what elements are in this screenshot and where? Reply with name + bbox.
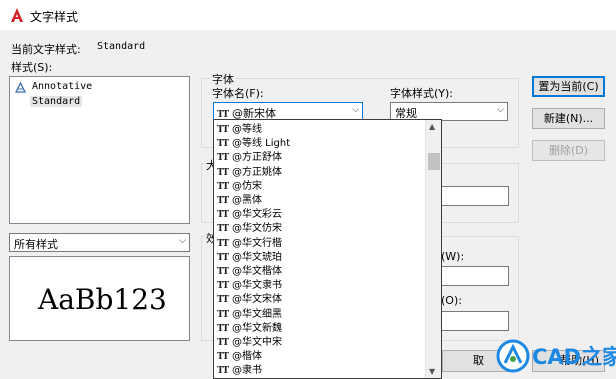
set-current-button[interactable]: 置为当前(C) xyxy=(532,76,605,97)
delete-style-button[interactable]: 删除(D) xyxy=(532,140,605,161)
font-option-label: @华文彩云 xyxy=(232,209,282,221)
font-option[interactable]: TT @黑体 xyxy=(214,194,426,208)
watermark-text: CAD之家 xyxy=(532,345,616,369)
truetype-icon: TT xyxy=(217,309,229,320)
font-option-label: @华文新魏 xyxy=(232,322,282,334)
current-style-label: 当前文字样式: xyxy=(11,43,81,56)
font-option[interactable]: TT @等线 xyxy=(214,123,426,137)
chevron-down-icon: ⌵ xyxy=(179,236,186,246)
font-option-label: @隶书 xyxy=(232,365,262,377)
font-option[interactable]: TT @方正舒体 xyxy=(214,151,426,165)
font-option[interactable]: TT @等线 Light xyxy=(214,137,426,151)
font-option[interactable]: TT @华文琥珀 xyxy=(214,251,426,265)
font-option-label: @黑体 xyxy=(232,195,262,206)
autocad-app-icon xyxy=(11,8,23,22)
font-option[interactable]: TT @华文中宋 xyxy=(214,336,426,350)
truetype-icon: TT xyxy=(217,281,229,292)
font-option[interactable]: TT @华文仿宋 xyxy=(214,222,426,236)
font-option[interactable]: TT @华文宋体 xyxy=(214,293,426,307)
styles-list[interactable]: Annotative Standard xyxy=(9,76,190,224)
font-option-label: @华文琥珀 xyxy=(232,251,282,263)
truetype-icon: TT xyxy=(217,338,229,348)
truetype-icon: TT xyxy=(217,167,229,178)
truetype-icon: TT xyxy=(217,210,229,221)
chevron-down-icon: ⌵ xyxy=(497,105,504,115)
scroll-down-icon[interactable]: ▼ xyxy=(429,367,435,376)
oblique-angle-input[interactable] xyxy=(441,311,509,331)
truetype-icon: TT xyxy=(217,323,229,334)
chevron-down-icon: ⌵ xyxy=(352,105,359,115)
new-style-button[interactable]: 新建(N)... xyxy=(532,108,605,129)
truetype-icon: TT xyxy=(217,238,229,249)
truetype-icon: TT xyxy=(217,224,229,235)
font-name-label: 字体名(F): xyxy=(212,87,264,100)
title-bar xyxy=(0,0,616,30)
dropdown-scrollbar[interactable]: ▲ ▼ xyxy=(425,120,441,378)
truetype-icon: TT xyxy=(217,153,229,164)
scroll-up-icon[interactable]: ▲ xyxy=(429,122,435,131)
preview-text: AaBb123 xyxy=(38,283,167,316)
font-option-label: @等线 xyxy=(232,124,262,135)
font-option[interactable]: TT @方正姚体 xyxy=(214,166,426,180)
cad-logo-icon xyxy=(496,339,530,373)
width-factor-input[interactable] xyxy=(441,266,509,286)
font-option-label: @华文宋体 xyxy=(232,294,282,306)
font-option-label: @等线 Light xyxy=(232,138,291,150)
truetype-icon: TT xyxy=(217,295,229,306)
font-option[interactable]: TT @华文楷体 xyxy=(214,265,426,279)
current-style-value: Standard xyxy=(97,41,146,52)
font-option[interactable]: TT @华文新魏 xyxy=(214,322,426,336)
truetype-icon: TT xyxy=(217,196,229,206)
window-title: 文字样式 xyxy=(30,10,79,24)
preview-panel: AaBb123 xyxy=(9,256,190,341)
font-option[interactable]: TT @华文隶书 xyxy=(214,279,426,293)
font-option-label: @华文中宋 xyxy=(232,337,282,348)
scrollbar-thumb[interactable] xyxy=(428,153,440,170)
truetype-icon: TT xyxy=(217,181,229,192)
style-item-annotative[interactable]: Annotative xyxy=(32,81,92,92)
truetype-icon: TT xyxy=(217,352,229,363)
watermark: CAD之家 xyxy=(488,333,616,379)
font-option[interactable]: TT @隶书 xyxy=(214,364,426,378)
font-option-label: @华文细黑 xyxy=(232,308,282,320)
font-option-label: @仿宋 xyxy=(232,180,262,192)
width-factor-label: (W): xyxy=(441,250,465,263)
font-option-label: @方正姚体 xyxy=(232,166,282,178)
oblique-angle-label: (O): xyxy=(441,294,462,307)
truetype-icon: TT xyxy=(217,139,229,150)
truetype-icon: TT xyxy=(217,267,229,277)
font-option-label: @楷体 xyxy=(232,351,262,363)
font-option[interactable]: TT @华文行楷 xyxy=(214,237,426,251)
font-option-label: @华文隶书 xyxy=(232,280,282,292)
font-option[interactable]: TT @华文细黑 xyxy=(214,308,426,322)
font-style-label: 字体样式(Y): xyxy=(390,87,454,100)
style-filter-value: 所有样式 xyxy=(14,238,58,251)
style-item-standard[interactable]: Standard xyxy=(30,96,83,107)
height-input[interactable] xyxy=(441,186,509,206)
truetype-icon: TT xyxy=(217,125,229,135)
font-option[interactable]: TT @楷体 xyxy=(214,350,426,364)
font-option-label: @华文行楷 xyxy=(232,237,282,249)
styles-label: 样式(S): xyxy=(11,61,53,74)
font-option[interactable]: TT @仿宋 xyxy=(214,180,426,194)
style-filter-select[interactable]: 所有样式 ⌵ xyxy=(9,233,190,252)
truetype-icon: TT xyxy=(217,252,229,263)
font-option-label: @华文仿宋 xyxy=(232,223,282,235)
truetype-icon: TT xyxy=(217,366,229,377)
annotative-icon xyxy=(15,82,26,93)
font-option-label: @华文楷体 xyxy=(232,266,282,277)
font-option-label: @方正舒体 xyxy=(232,152,282,164)
font-name-dropdown[interactable]: TT @等线 TT @等线 Light TT @方正舒体 TT @方正姚体 TT @仿宋 TT @黑体… xyxy=(213,119,442,379)
font-option[interactable]: TT @华文彩云 xyxy=(214,208,426,222)
